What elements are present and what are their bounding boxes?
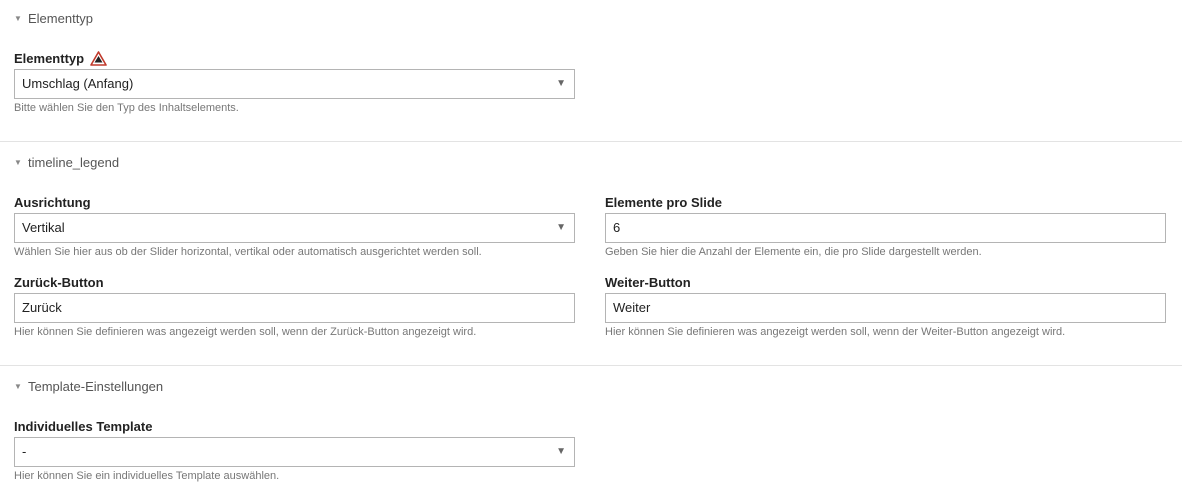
- zurueck-button-input[interactable]: Zurück: [14, 293, 575, 323]
- field-zurueck-button: Zurück-Button Zurück Hier können Sie def…: [14, 274, 575, 338]
- help-text: Hier können Sie ein individuelles Templa…: [14, 470, 280, 482]
- field-elemente-pro-slide: Elemente pro Slide 6 Geben Sie hier die …: [605, 194, 1166, 258]
- divider: [0, 365, 1182, 366]
- field-individuelles-template: Individuelles Template - ▼ Hier können S…: [14, 418, 575, 482]
- field-label: Individuelles Template: [14, 419, 153, 434]
- section-legend: Template-Einstellungen: [28, 379, 164, 394]
- elemente-pro-slide-input[interactable]: 6: [605, 213, 1166, 243]
- field-weiter-button: Weiter-Button Weiter Hier können Sie def…: [605, 274, 1166, 338]
- section-legend: Elementtyp: [28, 11, 94, 26]
- help-text: Geben Sie hier die Anzahl der Elemente e…: [605, 246, 982, 258]
- section-toggle-timeline[interactable]: ▼ timeline_legend: [14, 155, 119, 170]
- chevron-down-icon: ▼: [556, 222, 566, 233]
- help-text: Wählen Sie hier aus ob der Slider horizo…: [14, 246, 482, 258]
- field-label: Weiter-Button: [605, 275, 691, 290]
- field-elementtyp: Elementtyp Umschlag (Anfang) ▼ Bitte wäh…: [14, 50, 575, 114]
- field-label: Elementtyp: [14, 51, 85, 66]
- chevron-down-icon: ▼: [556, 78, 566, 89]
- help-text: Hier können Sie definieren was angezeigt…: [14, 326, 477, 338]
- section-toggle-template[interactable]: ▼ Template-Einstellungen: [14, 379, 163, 394]
- field-label: Zurück-Button: [14, 275, 104, 290]
- individuelles-template-select[interactable]: - ▼: [14, 437, 575, 467]
- field-label: Ausrichtung: [14, 195, 91, 210]
- help-text: Hier können Sie definieren was angezeigt…: [605, 326, 1066, 338]
- help-text: Bitte wählen Sie den Typ des Inhaltselem…: [14, 102, 239, 114]
- elementtyp-select[interactable]: Umschlag (Anfang) ▼: [14, 69, 575, 99]
- ausrichtung-select[interactable]: Vertikal ▼: [14, 213, 575, 243]
- section-legend: timeline_legend: [28, 155, 120, 170]
- field-label: Elemente pro Slide: [605, 195, 723, 210]
- collapse-triangle-icon: ▼: [14, 158, 22, 167]
- collapse-triangle-icon: ▼: [14, 382, 22, 391]
- divider: [0, 141, 1182, 142]
- collapse-triangle-icon: ▼: [14, 14, 22, 23]
- weiter-button-input[interactable]: Weiter: [605, 293, 1166, 323]
- field-ausrichtung: Ausrichtung Vertikal ▼ Wählen Sie hier a…: [14, 194, 575, 258]
- section-toggle-elementtyp[interactable]: ▼ Elementtyp: [14, 11, 93, 26]
- chevron-down-icon: ▼: [556, 446, 566, 457]
- warning-triangle-icon: [90, 51, 107, 66]
